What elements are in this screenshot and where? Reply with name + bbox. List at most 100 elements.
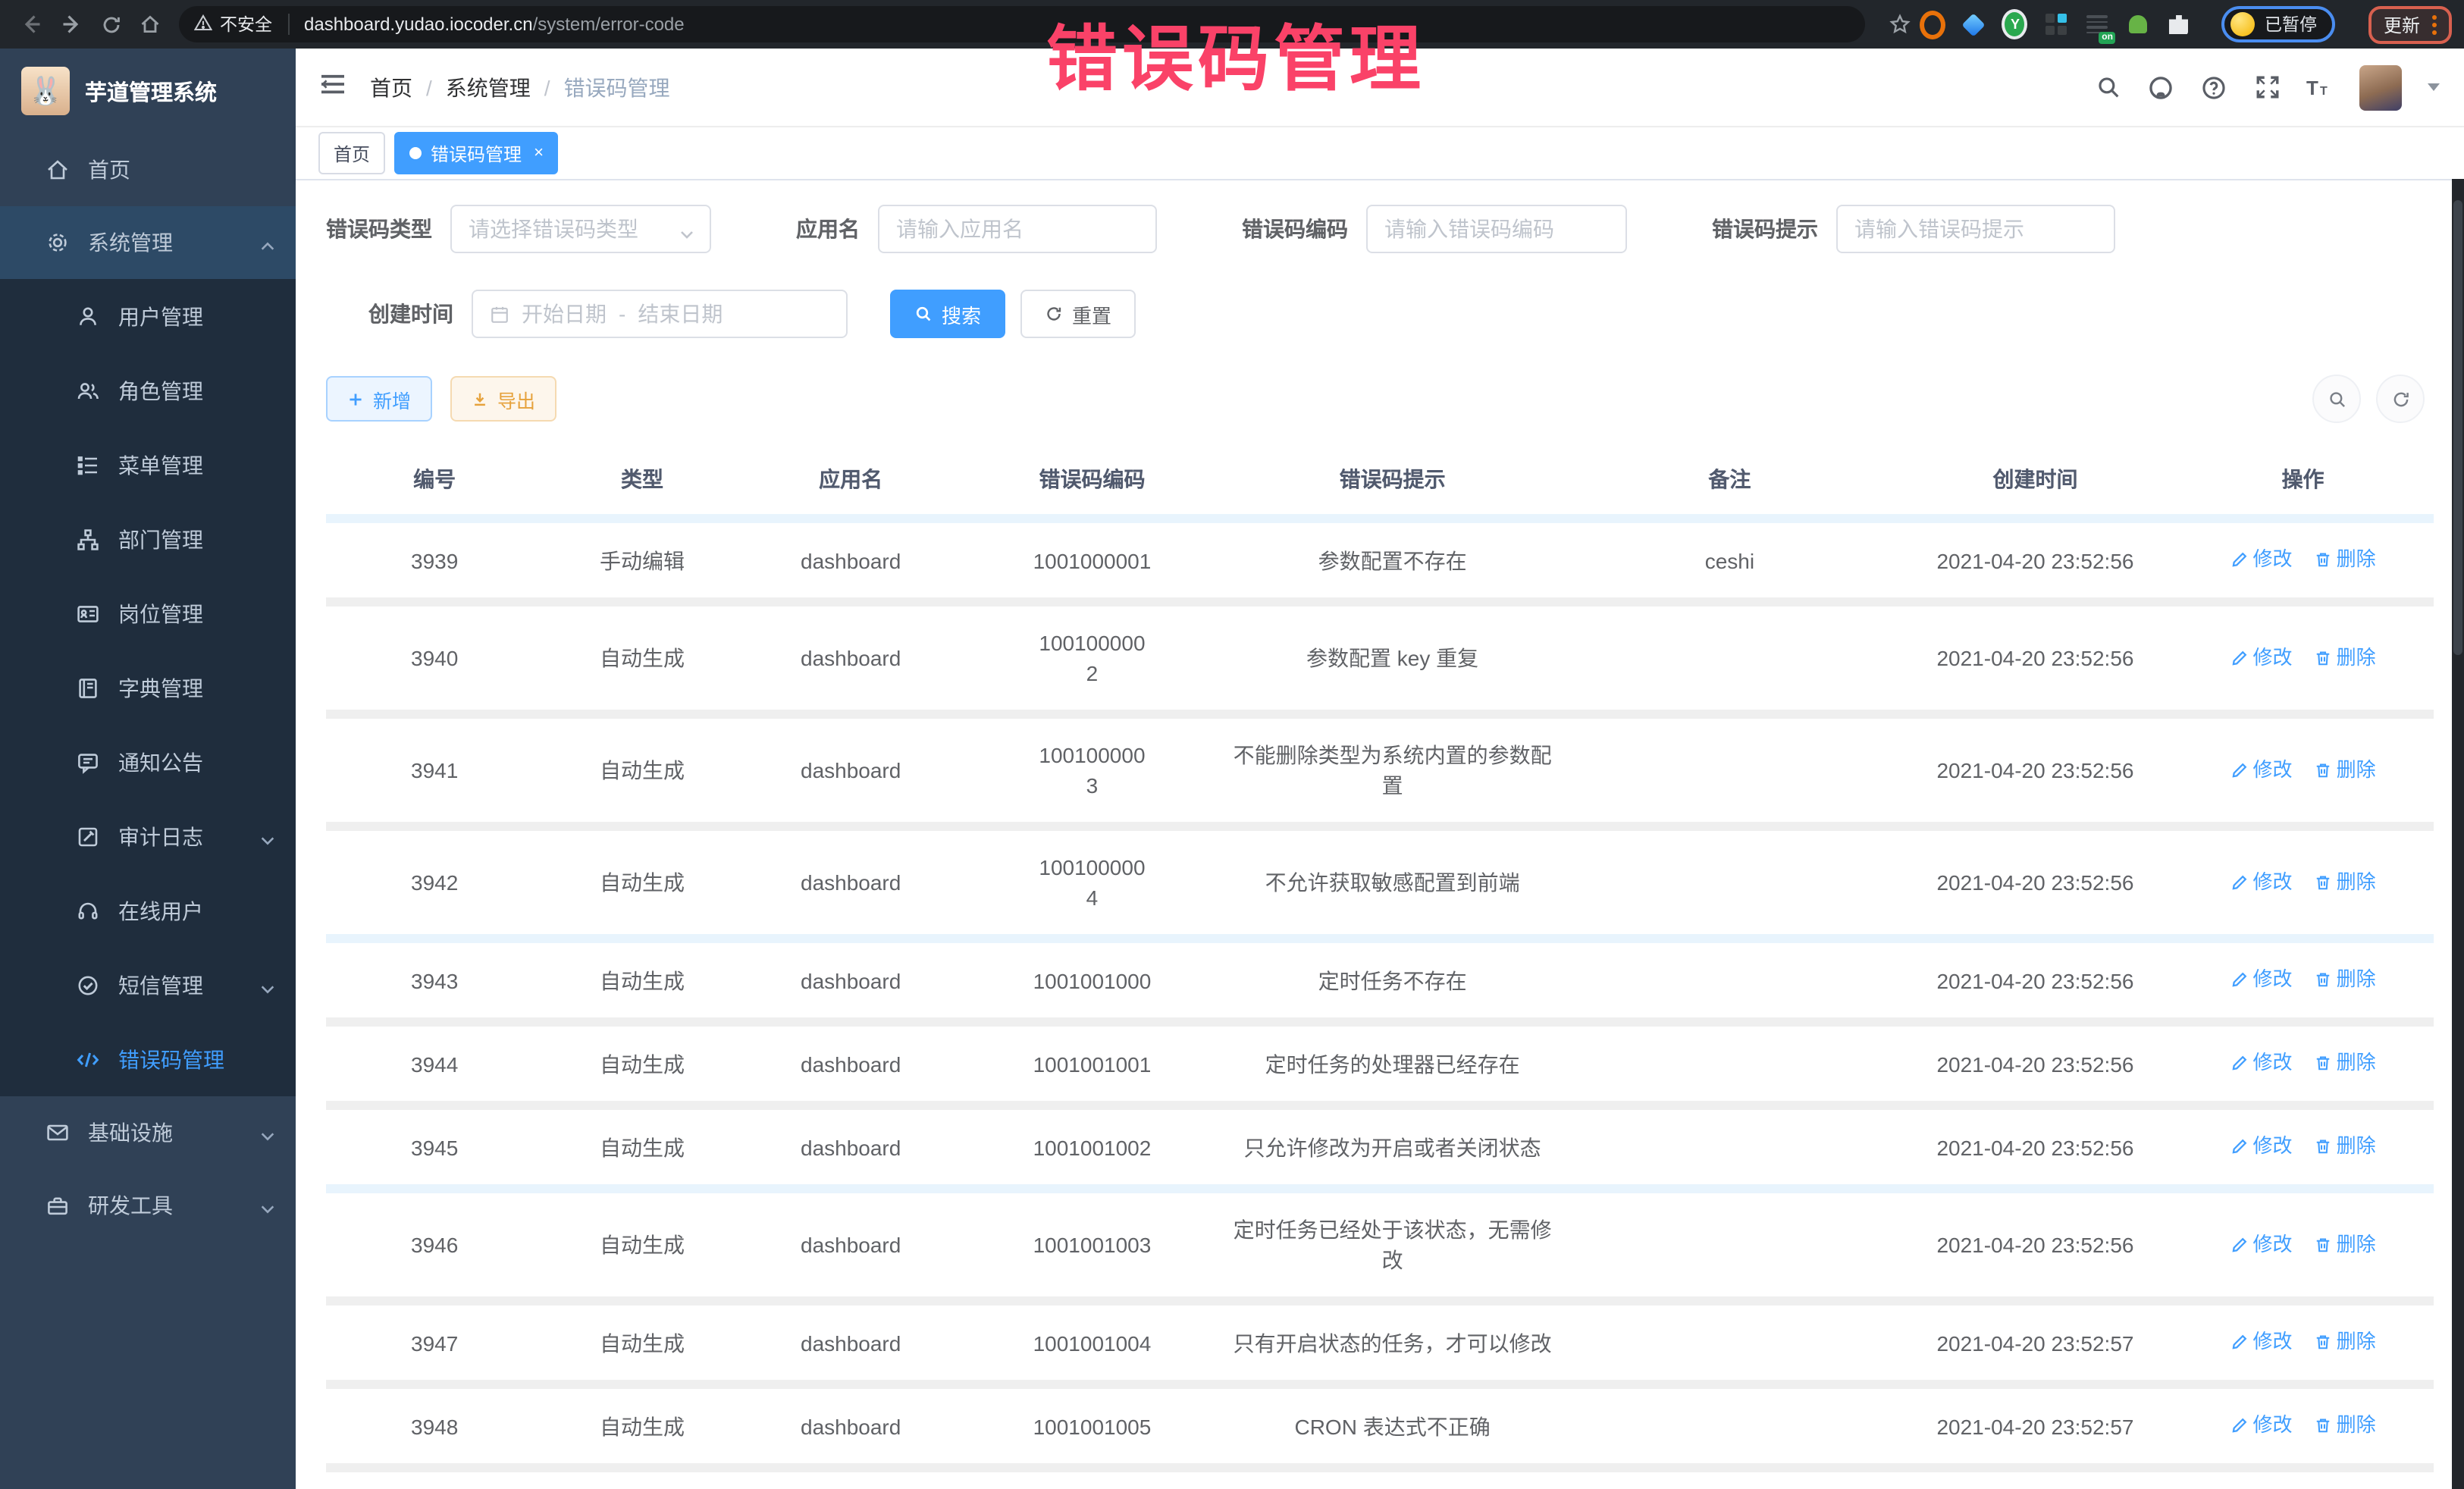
sidebar-item-14[interactable]: 研发工具 [0,1169,296,1242]
edit-link[interactable]: 修改 [2230,642,2293,672]
sidebar-item-13[interactable]: 基础设施 [0,1096,296,1169]
edit-link[interactable]: 修改 [2230,1410,2293,1440]
edit-link[interactable]: 修改 [2230,964,2293,995]
reset-button[interactable]: 重置 [1020,290,1136,338]
table-row[interactable]: 3941自动生成dashboard100100000 3不能删除类型为系统内置的… [326,714,2434,826]
fullscreen-icon[interactable] [2253,74,2281,101]
address-bar[interactable]: 不安全 dashboard.yudao.iocoder.cn/system/er… [179,6,1866,42]
search-icon[interactable] [2094,74,2121,101]
sidebar-item-label: 岗位管理 [118,598,274,629]
edit-link[interactable]: 修改 [2230,1327,2293,1357]
refresh-table-button[interactable] [2376,375,2425,423]
cell-app: dashboard [741,1189,961,1301]
sidebar-item-5[interactable]: 部门管理 [0,502,296,576]
table-row[interactable]: 3940自动生成dashboard100100000 2参数配置 key 重复2… [326,602,2434,714]
delete-link[interactable]: 删除 [2314,1327,2376,1357]
tab-home[interactable]: 首页 [318,132,385,174]
extension-icon-3[interactable]: Y [2002,11,2028,37]
breadcrumb-system[interactable]: 系统管理 [446,72,531,102]
sidebar-item-11[interactable]: 短信管理 [0,948,296,1022]
forward-icon[interactable] [58,11,85,38]
delete-link[interactable]: 删除 [2314,867,2376,897]
sidebar-item-label: 字典管理 [118,672,274,703]
date-range-picker[interactable]: 开始日期 - 结束日期 [472,290,848,338]
edit-link[interactable]: 修改 [2230,544,2293,575]
delete-link[interactable]: 删除 [2314,754,2376,785]
chevron-down-icon[interactable] [2428,83,2440,91]
delete-link[interactable]: 删除 [2314,964,2376,995]
table-row[interactable]: 3944自动生成dashboard1001001001定时任务的处理器已经存在2… [326,1022,2434,1105]
extensions-puzzle-icon[interactable] [2166,11,2192,37]
table-row[interactable]: 3943自动生成dashboard1001001000定时任务不存在2021-0… [326,939,2434,1022]
app-title: 芋道管理系统 [85,75,217,107]
sidebar-item-8[interactable]: 通知公告 [0,725,296,799]
browser-menu-icon[interactable] [2432,14,2437,34]
delete-link[interactable]: 删除 [2314,1048,2376,1078]
extension-icon-1[interactable] [1920,11,1946,37]
edit-link[interactable]: 修改 [2230,1131,2293,1161]
sidebar-item-2[interactable]: 用户管理 [0,279,296,353]
home-icon[interactable] [136,11,164,38]
toggle-search-button[interactable] [2312,375,2361,423]
tab-error-code[interactable]: 错误码管理× [394,132,559,174]
security-label: 不安全 [220,12,272,36]
back-icon[interactable] [18,11,45,38]
sidebar-item-4[interactable]: 菜单管理 [0,428,296,502]
book-icon [76,676,100,700]
table-row[interactable]: 3946自动生成dashboard1001001003定时任务已经处于该状态，无… [326,1189,2434,1301]
table-row[interactable]: 3945自动生成dashboard1001001002只允许修改为开启或者关闭状… [326,1105,2434,1189]
security-chip[interactable]: 不安全 [194,12,272,36]
edit-link[interactable]: 修改 [2230,867,2293,897]
sidebar-item-6[interactable]: 岗位管理 [0,576,296,650]
extension-icon-5[interactable]: on [2084,11,2110,37]
cell-message: 定时任务已经处于该状态，无需修改 [1224,1189,1561,1301]
edit-link[interactable]: 修改 [2230,754,2293,785]
extension-paused-pill[interactable]: 已暂停 [2222,6,2335,42]
org-icon [76,527,100,551]
extension-icon-4[interactable] [2043,11,2069,37]
sidebar-item-9[interactable]: 审计日志 [0,799,296,873]
browser-update-button[interactable]: 更新 [2368,5,2452,43]
sidebar-item-12[interactable]: 错误码管理 [0,1022,296,1096]
table-row[interactable]: 3942自动生成dashboard100100000 4不允许获取敏感配置到前端… [326,826,2434,939]
extension-icon-6[interactable] [2125,11,2151,37]
sidebar-item-home[interactable]: 首页 [0,133,296,206]
sidebar-item-7[interactable]: 字典管理 [0,650,296,725]
export-button[interactable]: 导出 [450,376,556,422]
scrollbar-thumb[interactable] [2453,200,2462,655]
delete-link[interactable]: 删除 [2314,642,2376,672]
bookmark-star-icon[interactable] [1887,11,1914,38]
collapse-sidebar-button[interactable] [320,72,346,102]
search-button[interactable]: 搜索 [890,290,1005,338]
table-row[interactable]: 3948自动生成dashboard1001001005CRON 表达式不正确20… [326,1384,2434,1468]
error-code-input[interactable]: 请输入错误码编码 [1366,205,1627,253]
cell-memo: ceshi [1561,519,1898,602]
sidebar-item-1[interactable]: 系统管理 [0,206,296,279]
help-icon[interactable] [2200,74,2227,101]
sidebar-item-3[interactable]: 角色管理 [0,353,296,428]
error-type-select[interactable]: 请选择错误码类型 [450,205,711,253]
sidebar-item-10[interactable]: 在线用户 [0,873,296,948]
table-row[interactable]: 3939手动编辑dashboard1001000001参数配置不存在ceshi2… [326,519,2434,602]
github-icon[interactable] [2147,74,2174,101]
chevron-down-icon [259,829,274,844]
delete-link[interactable]: 删除 [2314,544,2376,575]
table-row[interactable]: 3947自动生成dashboard1001001004只有开启状态的任务，才可以… [326,1301,2434,1384]
font-size-icon[interactable]: TT [2306,74,2334,101]
delete-link[interactable]: 删除 [2314,1229,2376,1259]
sidebar-item-label: 菜单管理 [118,450,274,480]
app-logo[interactable]: 🐰 芋道管理系统 [0,49,296,133]
breadcrumb-home[interactable]: 首页 [370,72,412,102]
scrollbar[interactable] [2452,179,2464,1489]
user-avatar[interactable] [2359,64,2402,110]
app-name-input[interactable]: 请输入应用名 [878,205,1157,253]
delete-link[interactable]: 删除 [2314,1131,2376,1161]
reload-icon[interactable] [97,11,124,38]
extension-icon-2[interactable] [1961,11,1987,37]
error-msg-input[interactable]: 请输入错误码提示 [1836,205,2115,253]
close-tab-icon[interactable]: × [534,144,544,162]
edit-link[interactable]: 修改 [2230,1048,2293,1078]
edit-link[interactable]: 修改 [2230,1229,2293,1259]
add-button[interactable]: 新增 [326,376,432,422]
delete-link[interactable]: 删除 [2314,1410,2376,1440]
